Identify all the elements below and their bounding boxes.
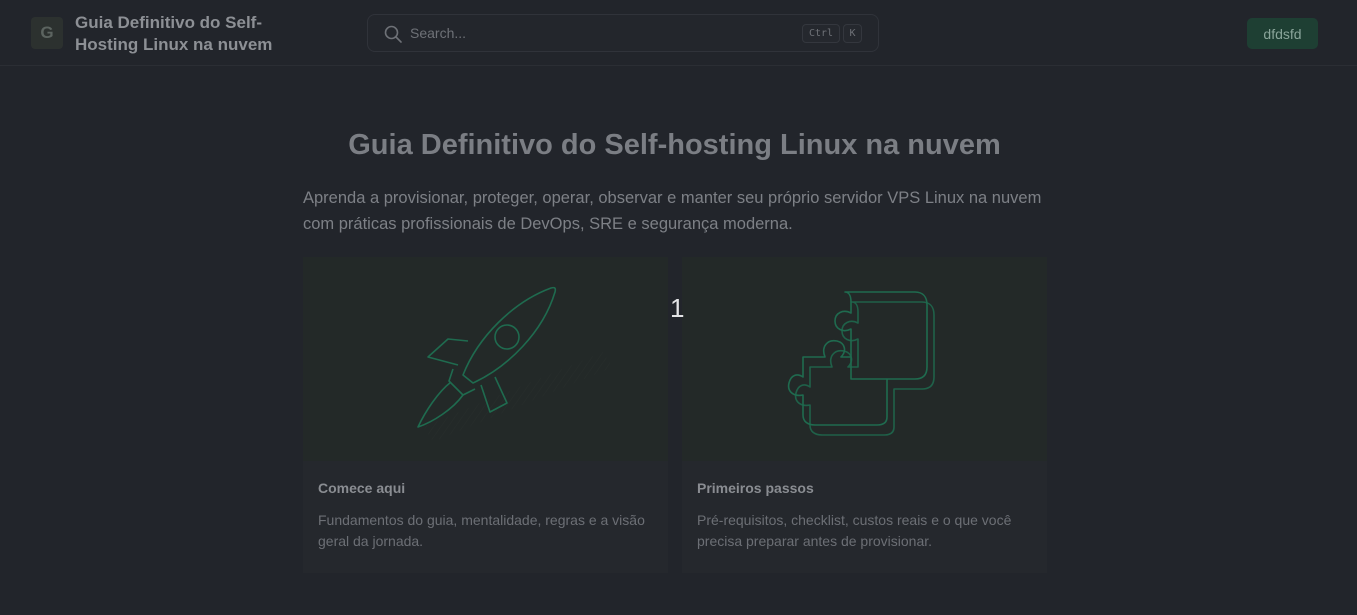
shortcut-k-key: K — [843, 24, 862, 43]
page-title: Guia Definitivo do Self-hosting Linux na… — [348, 129, 1001, 161]
card-title: Primeiros passos — [697, 480, 814, 496]
user-button[interactable]: dfdsfd — [1247, 18, 1318, 49]
search-icon — [384, 25, 402, 43]
search-input[interactable] — [408, 22, 788, 44]
site-title[interactable]: Guia Definitivo do Self-Hosting Linux na… — [75, 12, 305, 56]
card-primeiros-passos[interactable]: Primeiros passos Pré-requisitos, checkli… — [682, 257, 1047, 573]
intro-text: Aprenda a provisionar, proteger, operar,… — [303, 189, 1042, 233]
overlay-badge: 1 — [670, 293, 685, 323]
card-title: Comece aqui — [318, 480, 406, 496]
search-bar[interactable]: Ctrl K — [367, 14, 879, 52]
card-comece-aqui[interactable]: Comece aqui Fundamentos do guia, mentali… — [303, 257, 668, 573]
card-illustration — [682, 257, 1047, 461]
site-logo[interactable]: G — [31, 17, 63, 49]
card-description: Pré-requisitos, checklist, custos reais … — [697, 512, 1012, 549]
shortcut-ctrl-key: Ctrl — [802, 24, 840, 43]
card-illustration — [303, 257, 668, 461]
puzzle-icon — [787, 291, 935, 436]
card-description: Fundamentos do guia, mentalidade, regras… — [318, 512, 645, 549]
rocket-icon — [417, 286, 613, 442]
top-header: G Guia Definitivo do Self-Hosting Linux … — [0, 0, 1357, 66]
